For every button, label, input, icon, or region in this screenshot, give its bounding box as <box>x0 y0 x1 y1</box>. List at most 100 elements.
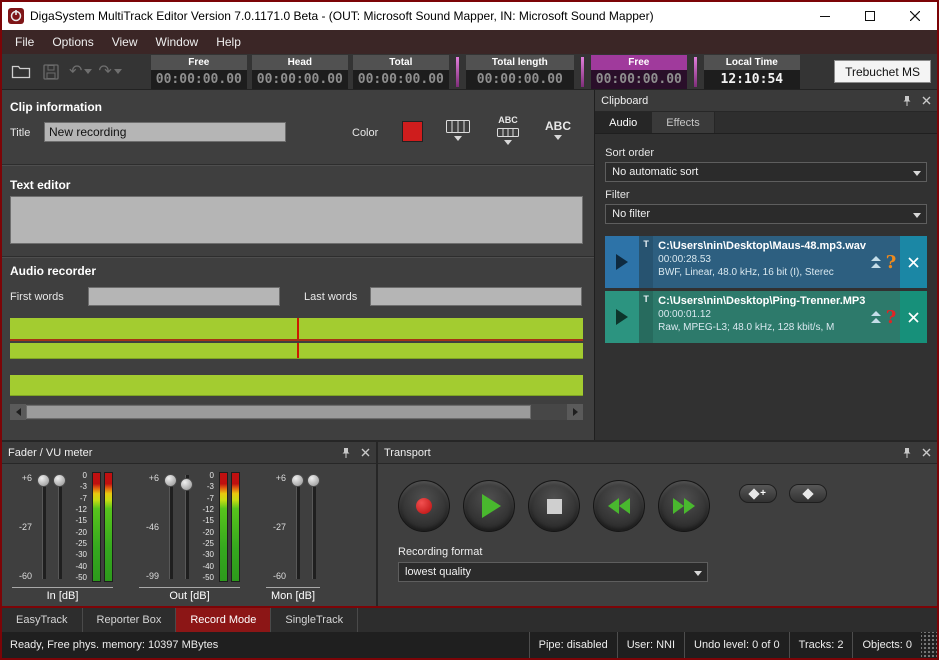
record-button[interactable] <box>398 480 450 532</box>
resize-grip[interactable] <box>921 632 937 658</box>
menu-help[interactable]: Help <box>207 30 250 54</box>
undo-icon: ↶ <box>69 64 82 80</box>
collapse-chevrons-icon[interactable] <box>870 236 882 288</box>
entry-format: BWF, Linear, 48.0 kHz, 16 bit (I), Stere… <box>658 267 866 278</box>
recording-format-value: lowest quality <box>405 566 471 578</box>
collapse-chevrons-icon[interactable] <box>870 291 882 343</box>
tab-reporter-box[interactable]: Reporter Box <box>83 608 177 632</box>
slider-knob[interactable] <box>307 474 320 487</box>
scroll-left-button[interactable] <box>10 404 26 420</box>
close-button[interactable] <box>892 2 937 30</box>
track-flag: T <box>639 236 653 288</box>
fader-group-label: Mon [dB] <box>266 587 320 602</box>
maximize-button[interactable] <box>847 2 892 30</box>
menu-window[interactable]: Window <box>147 30 208 54</box>
fast-forward-button[interactable] <box>658 480 710 532</box>
status-undo-level: Undo level: 0 of 0 <box>684 632 789 658</box>
tab-easytrack[interactable]: EasyTrack <box>2 608 83 632</box>
close-panel-icon[interactable] <box>922 96 931 105</box>
scroll-right-button[interactable] <box>567 404 583 420</box>
clipboard-entry[interactable]: T C:\Users\nin\Desktop\Ping-Trenner.MP3 … <box>605 291 927 343</box>
tab-singletrack[interactable]: SingleTrack <box>271 608 358 632</box>
slider-knob[interactable] <box>53 474 66 487</box>
fader-group-label: In [dB] <box>12 587 113 602</box>
entry-remove-button[interactable] <box>900 291 927 343</box>
keyboard-icon <box>446 120 470 133</box>
undo-button[interactable]: ↶ <box>69 64 92 80</box>
fader-slider[interactable] <box>164 472 177 582</box>
audio-recorder-title: Audio recorder <box>10 264 96 278</box>
fast-forward-icon <box>673 498 684 514</box>
plus-icon: + <box>760 489 766 499</box>
fader-slider[interactable] <box>37 472 50 582</box>
dropdown-arrow-icon <box>913 171 921 176</box>
meter-scale: 0-3 -7-12 -15-20 -25-30 -40-50 <box>69 472 89 582</box>
font-selector-button[interactable]: Trebuchet MS <box>834 60 931 83</box>
meter-scale: 0-3 -7-12 -15-20 -25-30 -40-50 <box>196 472 216 582</box>
window-title: DigaSystem MultiTrack Editor Version 7.0… <box>30 9 796 23</box>
redo-button[interactable]: ↷ <box>98 64 121 80</box>
rewind-button[interactable] <box>593 480 645 532</box>
object-marker-button[interactable] <box>789 484 827 503</box>
pin-icon[interactable] <box>902 95 912 107</box>
abc-keyboard-dropdown-button[interactable]: ABC <box>484 106 532 154</box>
keyboard-dropdown-button[interactable] <box>434 106 482 154</box>
redo-dropdown-icon <box>114 69 122 74</box>
last-words-input[interactable] <box>370 287 582 306</box>
close-panel-icon[interactable] <box>922 448 931 457</box>
slider-scale: +6 -27 -60 <box>266 472 288 582</box>
entry-play-button[interactable] <box>605 291 639 343</box>
tab-record-mode[interactable]: Record Mode <box>176 608 271 632</box>
entry-play-button[interactable] <box>605 236 639 288</box>
counter-label: Local Time <box>704 55 800 70</box>
fader-slider[interactable] <box>180 472 193 582</box>
menu-file[interactable]: File <box>6 30 43 54</box>
color-swatch-button[interactable] <box>402 121 423 142</box>
clip-title-input[interactable] <box>44 122 286 142</box>
playhead-cursor[interactable] <box>297 343 299 358</box>
horizontal-scrollbar[interactable] <box>10 404 583 420</box>
pin-icon[interactable] <box>341 447 351 459</box>
slider-knob[interactable] <box>180 478 193 491</box>
close-icon <box>908 257 919 268</box>
play-button[interactable] <box>463 480 515 532</box>
text-editor-title: Text editor <box>10 178 70 192</box>
slider-knob[interactable] <box>37 474 50 487</box>
scrollbar-thumb[interactable] <box>26 405 531 419</box>
open-button[interactable] <box>8 59 34 85</box>
fader-slider[interactable] <box>307 472 320 582</box>
entry-info: C:\Users\nin\Desktop\Maus-48.mp3.wav 00:… <box>653 236 870 288</box>
fader-slider[interactable] <box>53 472 66 582</box>
slider-knob[interactable] <box>291 474 304 487</box>
first-words-input[interactable] <box>88 287 280 306</box>
sort-order-select[interactable]: No automatic sort <box>605 162 927 182</box>
insert-object-button[interactable]: + <box>739 484 777 503</box>
close-panel-icon[interactable] <box>361 448 370 457</box>
save-button[interactable] <box>38 59 64 85</box>
pin-icon[interactable] <box>902 447 912 459</box>
recording-format-select[interactable]: lowest quality <box>398 562 708 582</box>
waveform-track-2[interactable] <box>10 343 583 359</box>
entry-remove-button[interactable] <box>900 236 927 288</box>
fader-slider[interactable] <box>291 472 304 582</box>
playhead-cursor[interactable] <box>297 318 299 339</box>
counter-label: Total <box>353 55 449 70</box>
track-flag: T <box>639 291 653 343</box>
filter-select[interactable]: No filter <box>605 204 927 224</box>
minimize-button[interactable] <box>802 2 847 30</box>
waveform-track-3[interactable] <box>10 375 583 396</box>
abc-dropdown-button[interactable]: ABC <box>534 106 582 154</box>
waveform-track-1[interactable] <box>10 318 583 341</box>
menu-options[interactable]: Options <box>43 30 102 54</box>
clipboard-entry[interactable]: T C:\Users\nin\Desktop\Maus-48.mp3.wav 0… <box>605 236 927 288</box>
text-editor-area[interactable] <box>10 196 583 244</box>
menu-view[interactable]: View <box>103 30 147 54</box>
counter-label: Total length <box>466 55 574 70</box>
slider-knob[interactable] <box>164 474 177 487</box>
redo-icon: ↷ <box>98 64 111 80</box>
tab-effects[interactable]: Effects <box>652 112 714 133</box>
stop-button[interactable] <box>528 480 580 532</box>
tab-audio[interactable]: Audio <box>595 112 652 133</box>
floppy-icon <box>43 64 59 80</box>
play-icon <box>616 309 628 325</box>
